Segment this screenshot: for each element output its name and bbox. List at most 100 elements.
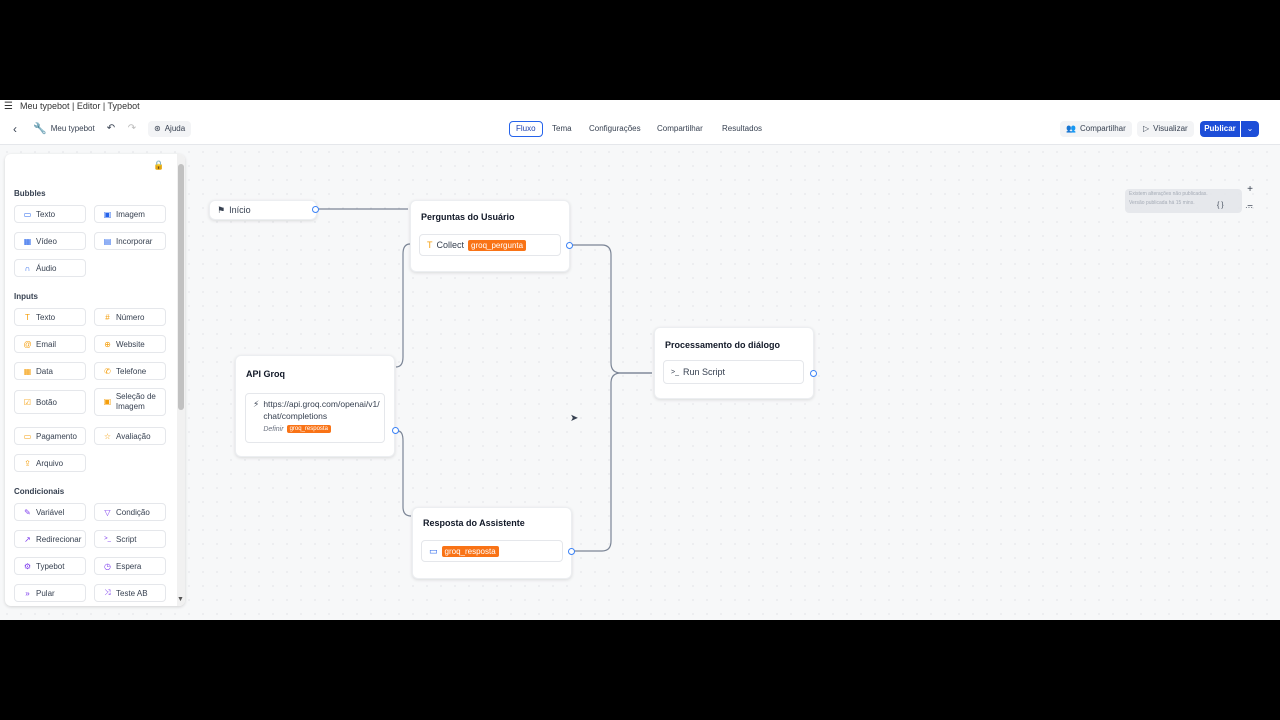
sidebar-item-data[interactable]: ▦ Data — [14, 362, 86, 380]
sidebar-item-botao[interactable]: ☑ Botão — [14, 390, 86, 414]
item-label: Número — [116, 312, 145, 322]
sidebar-item-avaliacao[interactable]: ☆ Avaliação — [94, 427, 166, 445]
headphones-icon: ∩ — [24, 263, 31, 273]
item-label: Botão — [36, 397, 57, 407]
sidebar-item-email[interactable]: @ Email — [14, 335, 86, 353]
toast-line-2: Versão publicada há 15 mins. — [1129, 200, 1195, 206]
api-output-port[interactable] — [392, 427, 399, 434]
sidebar-item-arquivo[interactable]: ⇪ Arquivo — [14, 454, 86, 472]
flow-canvas[interactable]: ⚑ Início Perguntas do Usuário T Collect … — [0, 145, 1280, 620]
blocks-sidebar: 🔒 ▼ Bubbles ▭ Texto ▣ Imagem ▦ Vídeo ▤ Incor… — [5, 154, 185, 606]
embed-icon: ▤ — [103, 236, 112, 246]
flag-icon: ⚑ — [217, 204, 226, 215]
start-node[interactable]: ⚑ Início — [209, 200, 317, 220]
redo-button[interactable]: ↷ — [125, 121, 139, 137]
help-label: Ajuda — [164, 124, 186, 133]
help-button[interactable]: ⊛ Ajuda — [148, 121, 192, 137]
text-bubble-block[interactable]: ▭ groq_resposta — [421, 540, 563, 562]
item-label: Seleção de Imagem — [115, 392, 156, 411]
sidebar-item-texto-input[interactable]: T Texto — [14, 308, 86, 326]
sidebar-item-selecao-imagem[interactable]: ▣ Seleção de Imagem — [94, 388, 166, 416]
undo-icon: ↶ — [106, 123, 116, 134]
preview-label: Visualizar — [1153, 124, 1188, 133]
item-label: Variável — [36, 507, 65, 517]
tab-tema[interactable]: Tema — [546, 121, 578, 137]
share-button[interactable]: 👥 Compartilhar — [1060, 121, 1132, 137]
group-title: API Groq — [246, 369, 286, 379]
webhook-block[interactable]: ⚡ https://api.groq.com/openai/v1/chat/co… — [245, 393, 385, 443]
lock-icon[interactable]: 🔒 — [153, 160, 164, 171]
cursor-pointer-icon: ➤ — [570, 413, 579, 424]
fast-forward-icon: » — [25, 588, 30, 598]
item-label: Teste AB — [116, 588, 148, 598]
sidebar-item-redirecionar[interactable]: ↗ Redirecionar — [14, 530, 86, 548]
response-output-port[interactable] — [568, 548, 575, 555]
processing-output-port[interactable] — [810, 370, 817, 377]
publish-button[interactable]: Publicar — [1200, 121, 1240, 137]
sidebar-item-imagem[interactable]: ▣ Imagem — [94, 205, 166, 223]
image-icon: ▣ — [103, 209, 112, 219]
menu-icon[interactable]: ☰ — [4, 100, 13, 113]
sidebar-item-audio[interactable]: ∩ Áudio — [14, 259, 86, 277]
sidebar-item-typebot[interactable]: ⚙ Typebot — [14, 557, 86, 575]
globe-icon: ⊕ — [104, 339, 111, 349]
start-label: Início — [229, 205, 251, 215]
group-assistant-response[interactable]: Resposta do Assistente ▭ groq_resposta — [412, 507, 572, 579]
image-select-icon: ▣ — [103, 397, 112, 406]
bot-name-label: Meu typebot — [50, 124, 95, 133]
tab-fluxo[interactable]: Fluxo — [509, 121, 543, 137]
sidebar-item-teste-ab[interactable]: ⤨ Teste AB — [94, 584, 166, 602]
item-label: Script — [116, 534, 137, 544]
sidebar-item-pular[interactable]: » Pular — [14, 584, 86, 602]
zoom-out-button[interactable]: − — [1242, 200, 1258, 214]
group-processing[interactable]: Processamento do diálogo >_ Run Script — [654, 327, 814, 399]
item-label: Typebot — [36, 561, 65, 571]
sidebar-item-texto-bubble[interactable]: ▭ Texto — [14, 205, 86, 223]
sidebar-item-telefone[interactable]: ✆ Telefone — [94, 362, 166, 380]
sidebar-item-website[interactable]: ⊕ Website — [94, 335, 166, 353]
preview-button[interactable]: ▷ Visualizar — [1137, 121, 1194, 137]
set-label: Definir — [263, 425, 284, 433]
sidebar-item-espera[interactable]: ◷ Espera — [94, 557, 166, 575]
undo-button[interactable]: ↶ — [104, 121, 118, 137]
sidebar-scrollbar-thumb[interactable] — [178, 164, 184, 410]
sidebar-item-video[interactable]: ▦ Vídeo — [14, 232, 86, 250]
section-title-bubbles: Bubbles — [14, 189, 46, 198]
section-title-inputs: Inputs — [14, 292, 38, 301]
block-text: Collect — [436, 240, 465, 250]
start-output-port[interactable] — [312, 206, 319, 213]
flow-edges — [318, 208, 652, 552]
questions-output-port[interactable] — [566, 242, 573, 249]
sidebar-item-pagamento[interactable]: ▭ Pagamento — [14, 427, 86, 445]
code-icon[interactable]: { } — [1217, 202, 1224, 209]
edge-response-to-processing — [574, 372, 652, 552]
star-icon: ☆ — [103, 431, 112, 441]
filter-icon: ▽ — [104, 507, 111, 517]
start-block: ⚑ Início — [210, 201, 316, 219]
group-title: Resposta do Assistente — [423, 518, 525, 528]
unpublished-changes-toast: Existem alterações não publicadas. Versã… — [1125, 189, 1242, 213]
group-title: Processamento do diálogo — [665, 340, 781, 350]
text-input-block[interactable]: T Collect groq_pergunta — [419, 234, 561, 256]
sidebar-item-variavel[interactable]: ✎ Variável — [14, 503, 86, 521]
group-api-groq[interactable]: API Groq ⚡ https://api.groq.com/openai/v… — [235, 355, 395, 457]
item-label: Condição — [116, 507, 150, 517]
script-block[interactable]: >_ Run Script — [663, 360, 804, 384]
sidebar-item-condicao[interactable]: ▽ Condição — [94, 503, 166, 521]
bot-name[interactable]: 🔧 Meu typebot — [33, 121, 95, 137]
group-user-questions[interactable]: Perguntas do Usuário T Collect groq_perg… — [410, 200, 570, 272]
zoom-in-button[interactable]: + — [1242, 183, 1258, 197]
upload-icon: ⇪ — [24, 458, 31, 468]
scroll-down-icon[interactable]: ▼ — [177, 596, 184, 603]
tab-resultados[interactable]: Resultados — [716, 121, 768, 137]
back-button[interactable]: ‹ — [8, 121, 22, 137]
sidebar-item-incorporar[interactable]: ▤ Incorporar — [94, 232, 166, 250]
sidebar-item-script[interactable]: >_ Script — [94, 530, 166, 548]
tab-configuracoes[interactable]: Configurações — [583, 121, 647, 137]
phone-icon: ✆ — [104, 366, 111, 376]
tab-compartilhar[interactable]: Compartilhar — [651, 121, 709, 137]
publish-options-button[interactable]: ⌄ — [1241, 121, 1259, 137]
item-label: Pagamento — [36, 431, 77, 441]
sidebar-item-numero[interactable]: # Número — [94, 308, 166, 326]
item-label: Data — [36, 366, 53, 376]
